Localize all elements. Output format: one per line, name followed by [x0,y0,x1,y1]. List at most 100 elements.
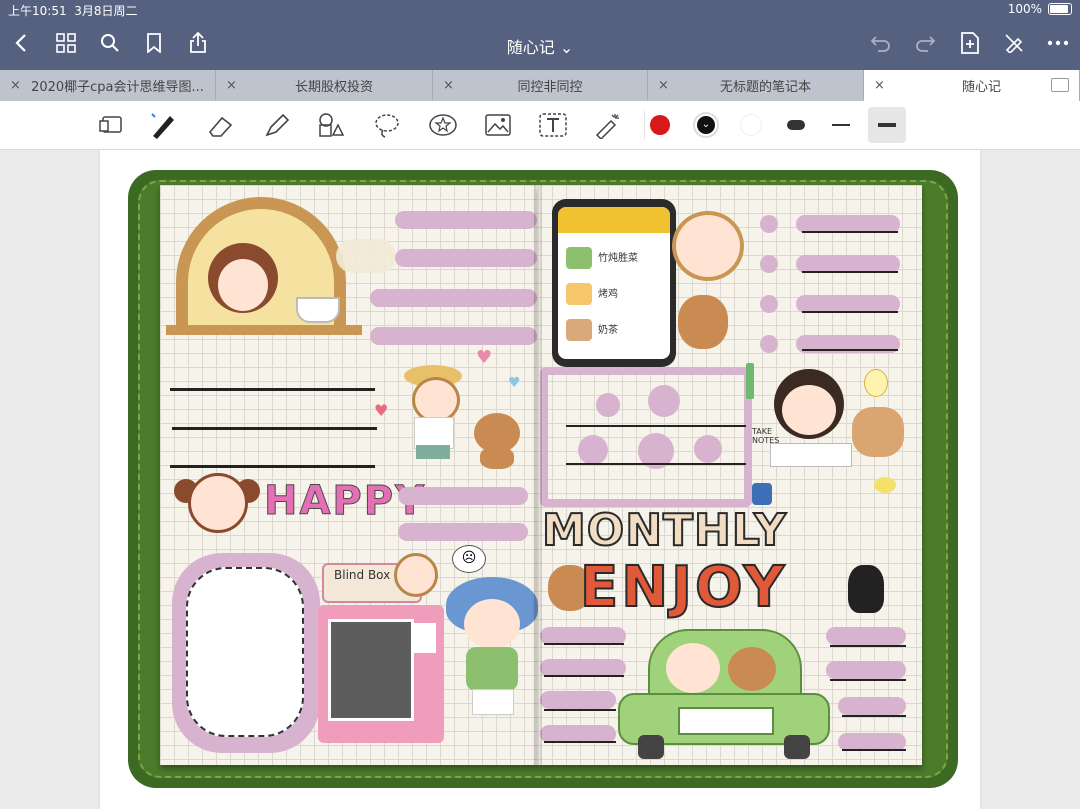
happy-girl-sticker [174,473,264,535]
heart-sticker: ♥ [476,347,493,368]
reading-girl-sticker [770,369,852,473]
chevron-down-icon: ⌄ [559,38,574,57]
status-date: 3月8日周二 [74,4,138,18]
bear-sticker [678,295,728,349]
pencil-sticker [746,363,754,399]
add-page-icon[interactable] [957,30,983,56]
color-white-swatch[interactable] [736,110,766,140]
shapes-icon[interactable] [316,110,346,140]
journal-right-page: 竹炖胜菜 烤鸡 奶茶 TAKE NOTES MONTHLY ENJOY [538,185,922,765]
tab-label: 2020椰子cpa会计思维导图... [31,80,204,95]
label-bar [398,523,528,541]
color-red-swatch[interactable] [645,110,675,140]
pink-frame-sticker [540,367,752,507]
image-icon[interactable] [483,110,513,140]
bullet-dot [760,215,778,233]
status-battery: 100% [1008,2,1072,16]
writing-line [544,675,624,677]
writing-line [544,709,616,711]
penguin-sticker [848,565,884,613]
tab-journal[interactable]: × 随心记 [864,70,1080,101]
sticker-icon[interactable] [428,110,458,140]
search-icon[interactable] [97,30,123,56]
label-bar [370,327,537,345]
tape-sticker [874,477,896,493]
girl-blue-hat-sticker [446,577,538,737]
writing-line [170,388,375,391]
text-tool-icon[interactable] [538,110,568,140]
tab-equity-investment[interactable]: × 长期股权投资 [216,70,433,101]
label-bar [398,487,528,505]
writing-line [802,271,898,273]
pen-off-icon[interactable] [1001,30,1027,56]
laser-pointer-icon[interactable] [592,110,622,140]
thinking-bubble-sticker: ☹ [452,545,486,573]
bookmark-icon[interactable] [141,30,167,56]
monthly-sticker-text: MONTHLY [541,504,787,557]
stroke-thin-option[interactable] [826,110,856,140]
bear-with-book-sticker [852,407,904,457]
tab-cpa-mindmap[interactable]: × 2020椰子cpa会计思维导图... [0,70,216,101]
tab-bar: × 2020椰子cpa会计思维导图... × 长期股权投资 × 同控非同控 × 无标题的… [0,70,1080,101]
blind-box-girl-sticker [394,553,438,597]
bullet-dot [760,255,778,273]
tab-control[interactable]: × 同控非同控 [433,70,648,101]
writing-line [842,715,906,717]
eraser-icon[interactable] [206,110,236,140]
close-icon[interactable]: × [10,78,21,93]
writing-line [830,645,906,647]
undo-icon[interactable] [868,30,894,56]
lightbulb-sticker [864,369,888,397]
heart-sticker: ♥ [508,375,521,391]
label-bar [540,691,616,709]
scalloped-frame-sticker [172,553,320,753]
split-view-icon[interactable] [1051,78,1069,92]
lasso-icon[interactable] [372,110,402,140]
stroke-medium-option[interactable] [868,107,906,143]
highlighter-icon[interactable] [262,110,292,140]
stroke-thick-option[interactable] [781,110,811,140]
back-icon[interactable] [8,30,34,56]
writing-line [802,311,898,313]
writing-line [802,349,898,351]
label-bar [826,661,906,679]
share-icon[interactable] [185,30,211,56]
redo-icon[interactable] [912,30,938,56]
close-icon[interactable]: × [226,78,237,93]
bullet-dot [760,335,778,353]
teddy-bear-sticker [470,413,524,469]
tab-untitled-notebook[interactable]: × 无标题的笔记本 [648,70,864,101]
pen-icon[interactable] [148,110,178,140]
tab-label: 随心记 [961,80,1001,95]
close-icon[interactable]: × [874,78,885,93]
color-black-swatch[interactable]: ⌄ [691,110,721,140]
bullet-dot [760,295,778,313]
menu-item-1: 竹炖胜菜 [598,253,638,264]
enjoy-sticker-text: ENJOY [579,554,788,621]
writing-line [802,231,898,233]
menu-item-2: 烤鸡 [598,289,618,300]
top-bar: 上午10:51 3月8日周二 100% 随心记 ⌄ [0,0,1080,70]
tab-label: 无标题的笔记本 [719,80,811,95]
menu-item-3: 奶茶 [598,325,618,336]
writing-line [830,679,906,681]
heart-sticker: ♥ [374,401,389,420]
writing-line [170,465,375,468]
label-bar [826,627,906,645]
window-girl-sticker [166,197,362,335]
status-time: 上午10:51 3月8日周二 [8,4,138,18]
label-bar [395,211,537,229]
tab-label: 同控非同控 [517,80,583,95]
journal-left-page: ♥ ♥ ♥ HAPPY Blind Box ☹ [160,185,538,765]
tab-label: 长期股权投资 [294,80,373,95]
grid-icon[interactable] [53,30,79,56]
close-icon[interactable]: × [658,78,669,93]
label-bar [370,289,537,307]
close-icon[interactable]: × [443,78,454,93]
battery-icon [1048,3,1072,15]
page-layout-icon[interactable] [96,110,126,140]
more-icon[interactable] [1045,30,1071,56]
label-bar [838,697,906,715]
girl-with-camera-sticker [398,365,468,465]
tool-bar: ⌄ [0,101,1080,150]
